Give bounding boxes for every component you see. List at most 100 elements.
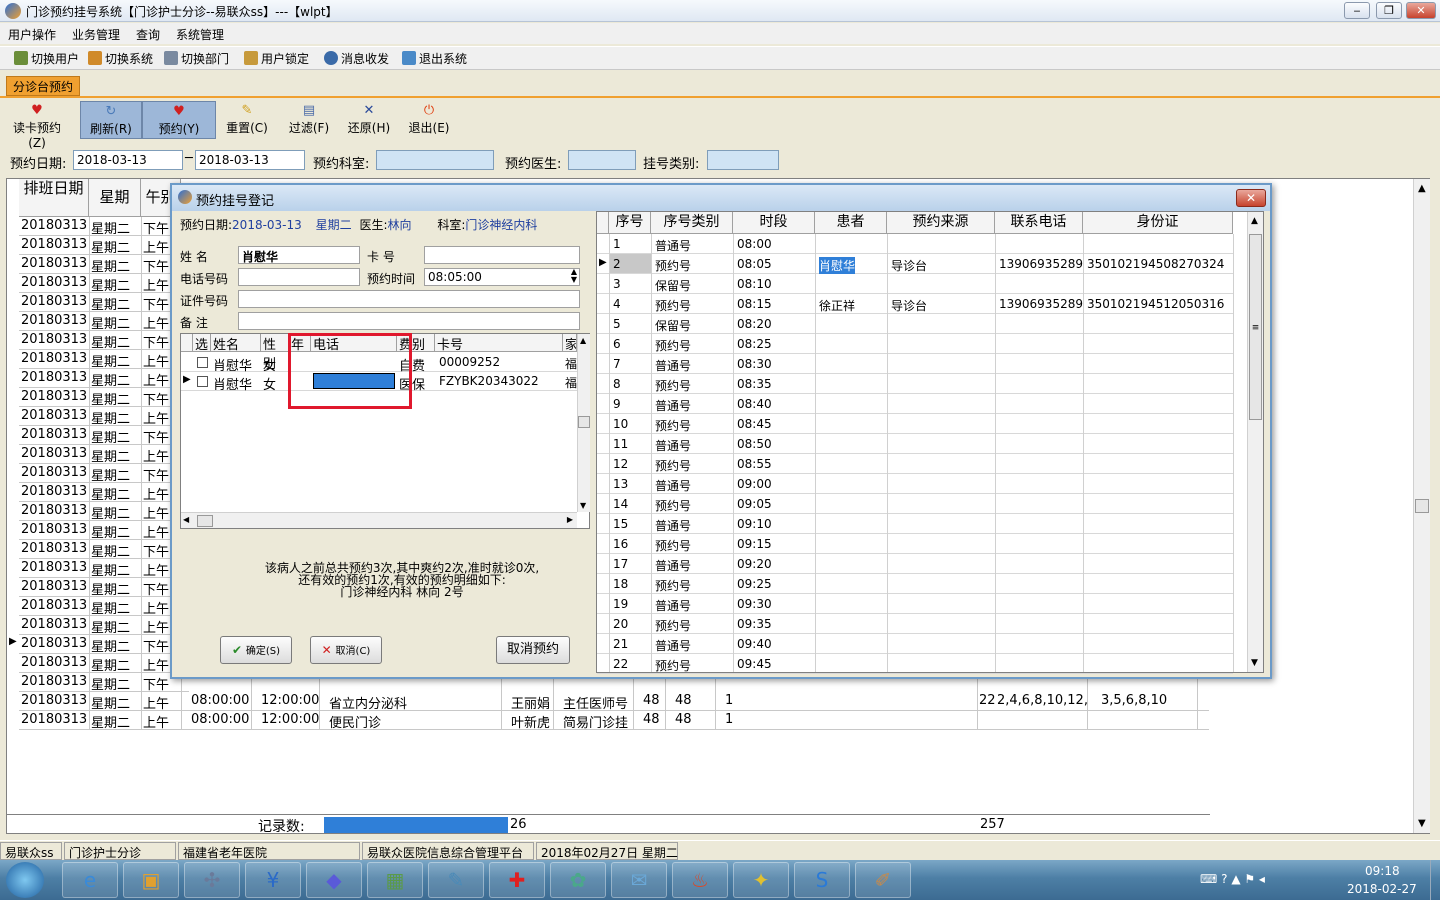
table-row[interactable]: 20180313 星期二 上午 [19, 483, 189, 503]
slot-grid[interactable]: 序号 序号类别 时段 患者 预约来源 联系电话 身份证 1 普通号 08:00 ▶ 2 预… [596, 211, 1264, 674]
table-row[interactable]: 20180313 星期二 上午 [19, 521, 189, 541]
app-window-icon[interactable]: ▣ [123, 862, 179, 898]
puzzle-icon[interactable]: ✦ [733, 862, 789, 898]
slot-row[interactable]: 13 普通号 09:00 [597, 474, 1233, 494]
table-row[interactable]: 20180313 星期二 下午 [19, 578, 189, 598]
table-row[interactable]: 20180313 星期二 上午 [19, 312, 189, 332]
read-card-book-button[interactable]: ♥ 读卡预约(Z) [6, 101, 68, 151]
table-row[interactable]: 20180313 星期二 下午 [19, 293, 189, 313]
patient-col-select[interactable]: 选 [193, 334, 211, 353]
minimize-button[interactable]: ‒ [1344, 2, 1370, 19]
tab-triage-booking[interactable]: 分诊台预约 [6, 76, 81, 96]
restore-button[interactable]: ✕ 还原(H) [338, 101, 400, 139]
slot-row[interactable]: 18 预约号 09:25 [597, 574, 1233, 594]
ie-icon[interactable]: e [62, 862, 118, 898]
logo-s-icon[interactable]: S [794, 862, 850, 898]
patient-scroll-right-icon[interactable]: ▶ [567, 515, 573, 524]
exit-system-button[interactable]: 退出系统 [402, 50, 467, 67]
switch-dept-button[interactable]: 切换部门 [164, 50, 229, 67]
confirm-button[interactable]: ✔ 确定(S) [220, 636, 292, 664]
dept-input[interactable] [376, 150, 494, 170]
scroll-down-icon[interactable]: ▼ [1418, 818, 1426, 829]
patient-scroll-up-icon[interactable]: ▲ [580, 336, 586, 345]
time-field[interactable]: 08:05:00 ▲ ▼ [424, 268, 580, 286]
paint-icon[interactable]: ✐ [855, 862, 911, 898]
menu-query[interactable]: 查询 [136, 26, 160, 43]
compass-icon[interactable]: ✣ [184, 862, 240, 898]
show-desktop-button[interactable] [1430, 860, 1440, 900]
patient-scroll-thumb[interactable] [578, 416, 590, 428]
doctor-input[interactable] [568, 150, 636, 170]
patient-vertical-scrollbar[interactable]: ▲ ▼ [577, 334, 590, 512]
yuan-icon[interactable]: ¥ [245, 862, 301, 898]
table-row[interactable]: 20180313 星期二 下午 [19, 331, 189, 351]
col-header-week[interactable]: 星期 [89, 179, 141, 217]
slot-col-type[interactable]: 序号类别 [651, 212, 733, 234]
table-row[interactable]: 20180313 星期二 下午 [19, 217, 189, 237]
table-row[interactable]: 20180313 星期二 上午 08:00:00 12:00:00 便民门诊 叶新虎 简易门诊… [19, 711, 1209, 731]
maximize-button[interactable]: ❐ [1376, 2, 1402, 19]
table-row[interactable]: 20180313 星期二 上午 [19, 502, 189, 522]
id-field[interactable] [238, 290, 580, 308]
table-row[interactable]: 20180313 星期二 上午 [19, 616, 189, 636]
table-row[interactable]: 20180313 星期二 上午 08:00:00 12:00:00 省立内分泌科 王丽娟 主任… [19, 692, 1209, 712]
patient-col-home[interactable]: 家 [563, 334, 577, 352]
table-row[interactable]: 20180313 星期二 下午 [19, 464, 189, 484]
date-from-input[interactable]: 2018-03-13 [73, 150, 183, 170]
patient-col-name[interactable]: 姓名 [211, 334, 261, 353]
book-button[interactable]: ♥ 预约(Y) [142, 101, 216, 139]
patient-col-card[interactable]: 卡号 [435, 334, 563, 353]
slot-col-idcard[interactable]: 身份证 [1083, 212, 1233, 234]
slot-row[interactable]: 21 普通号 09:40 [597, 634, 1233, 654]
slot-row[interactable]: 19 普通号 09:30 [597, 594, 1233, 614]
slot-row[interactable]: 5 保留号 08:20 [597, 314, 1233, 334]
patient-scroll-down-icon[interactable]: ▼ [580, 501, 586, 510]
start-button[interactable] [6, 862, 44, 898]
phone-field[interactable] [238, 268, 360, 286]
diamond-icon[interactable]: ◆ [306, 862, 362, 898]
slot-row[interactable]: ▶ 2 预约号 08:05 肖慰华 导诊台 13906935289 3501021945082… [597, 254, 1233, 274]
table-row[interactable]: 20180313 星期二 下午 [19, 673, 189, 693]
slot-row[interactable]: 4 预约号 08:15 徐正祥 导诊台 13906935289 35010219451205… [597, 294, 1233, 314]
slot-row[interactable]: 1 普通号 08:00 [597, 234, 1233, 254]
slot-row[interactable]: 8 预约号 08:35 [597, 374, 1233, 394]
table-row[interactable]: 20180313 星期二 上午 [19, 597, 189, 617]
remark-field[interactable] [238, 312, 580, 330]
cancel-booking-button[interactable]: 取消预约 [496, 636, 570, 664]
table-row[interactable]: 20180313 星期二 下午 [19, 388, 189, 408]
name-field[interactable]: 肖慰华 [238, 246, 360, 264]
refresh-button[interactable]: ↻ 刷新(R) [80, 101, 142, 139]
patient-hscroll-thumb[interactable] [197, 515, 213, 527]
table-row[interactable]: 20180313 星期二 上午 [19, 445, 189, 465]
time-spinner-icon[interactable]: ▲ ▼ [571, 268, 577, 284]
slot-row[interactable]: 7 普通号 08:30 [597, 354, 1233, 374]
slot-row[interactable]: 10 预约号 08:45 [597, 414, 1233, 434]
col-header-date[interactable]: 排班日期 [19, 179, 89, 217]
slot-row[interactable]: 12 预约号 08:55 [597, 454, 1233, 474]
patient-scroll-left-icon[interactable]: ◀ [183, 515, 189, 524]
slot-row[interactable]: 15 普通号 09:10 [597, 514, 1233, 534]
id-card-icon[interactable]: ▦ [367, 862, 423, 898]
table-row[interactable]: ▶ 20180313 星期二 下午 [9, 635, 189, 655]
table-row[interactable]: 20180313 星期二 上午 [19, 350, 189, 370]
patient-col-sex[interactable]: 性别 [261, 334, 289, 372]
slot-col-no[interactable]: 序号 [609, 212, 651, 234]
table-row[interactable]: 20180313 星期二 上午 [19, 274, 189, 294]
slot-col-source[interactable]: 预约来源 [887, 212, 995, 234]
table-row[interactable]: 20180313 星期二 上午 [19, 236, 189, 256]
switch-user-button[interactable]: 切换用户 [14, 50, 79, 67]
table-row[interactable]: 20180313 星期二 上午 [19, 407, 189, 427]
dialog-close-button[interactable]: ✕ [1236, 189, 1266, 207]
slot-col-time[interactable]: 时段 [733, 212, 815, 234]
filter-button[interactable]: ▤ 过滤(F) [278, 101, 340, 139]
slot-row[interactable]: 3 保留号 08:10 [597, 274, 1233, 294]
patient-horizontal-scrollbar[interactable]: ◀ ▶ [181, 512, 577, 528]
slot-vertical-scrollbar[interactable]: ▲ ≡ ▼ [1247, 212, 1263, 672]
table-row[interactable]: 20180313 星期二 下午 [19, 426, 189, 446]
fire-icon[interactable]: ♨ [672, 862, 728, 898]
table-row[interactable]: 20180313 星期二 下午 [19, 540, 189, 560]
slot-scroll-up-icon[interactable]: ▲ [1251, 216, 1258, 226]
table-row[interactable]: 20180313 星期二 上午 [19, 559, 189, 579]
main-vertical-scrollbar[interactable]: ▲ ▼ [1413, 179, 1430, 833]
tray-icons[interactable]: ⌨ ? ▲ ⚑ ◂ [1200, 872, 1265, 886]
